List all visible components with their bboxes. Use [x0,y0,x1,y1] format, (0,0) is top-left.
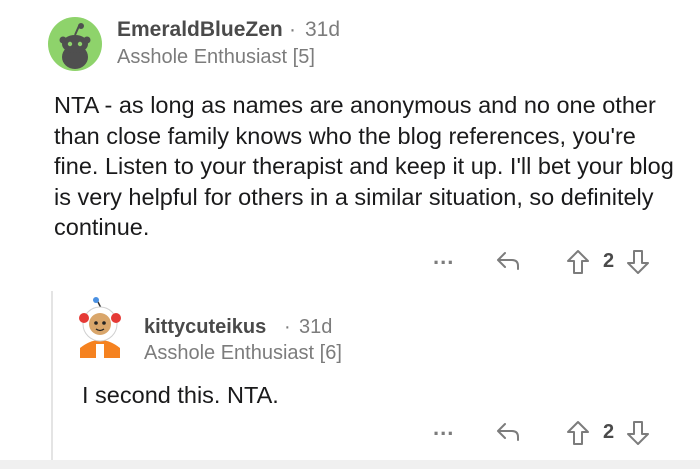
vote-score: 2 [603,250,615,272]
more-options-icon[interactable]: ... [433,244,454,270]
comment-thread: EmeraldBlueZen · 31d Asshole Enthusiast … [0,0,700,469]
reply-arrow-icon[interactable] [495,250,521,277]
comment-username[interactable]: EmeraldBlueZen [117,18,283,42]
vote-score: 2 [603,421,615,443]
snoo-avatar-icon [79,297,121,358]
reply-body: I second this. NTA. [82,382,279,408]
snoo-avatar-icon [59,23,91,69]
comment-age: 31d [305,18,341,41]
reply-username[interactable]: kittycuteikus [144,316,266,339]
upvote-arrow-icon[interactable] [566,420,590,451]
downvote-arrow-icon[interactable] [626,420,650,451]
reply-age: 31d [299,316,333,338]
more-options-icon[interactable]: ... [433,415,454,441]
separator-dot: · [284,316,291,338]
reply-arrow-icon[interactable] [495,421,521,448]
downvote-arrow-icon[interactable] [626,249,650,280]
upvote-arrow-icon[interactable] [566,249,590,280]
bottom-divider [0,460,700,469]
reply-user-avatar[interactable] [70,296,130,360]
thread-line[interactable] [51,291,53,461]
user-flair: Asshole Enthusiast [5] [117,46,315,68]
user-avatar[interactable] [48,17,102,71]
separator-dot: · [289,18,296,41]
reply-user-flair: Asshole Enthusiast [6] [144,342,342,364]
comment-body: NTA - as long as names are anonymous and… [54,92,674,240]
